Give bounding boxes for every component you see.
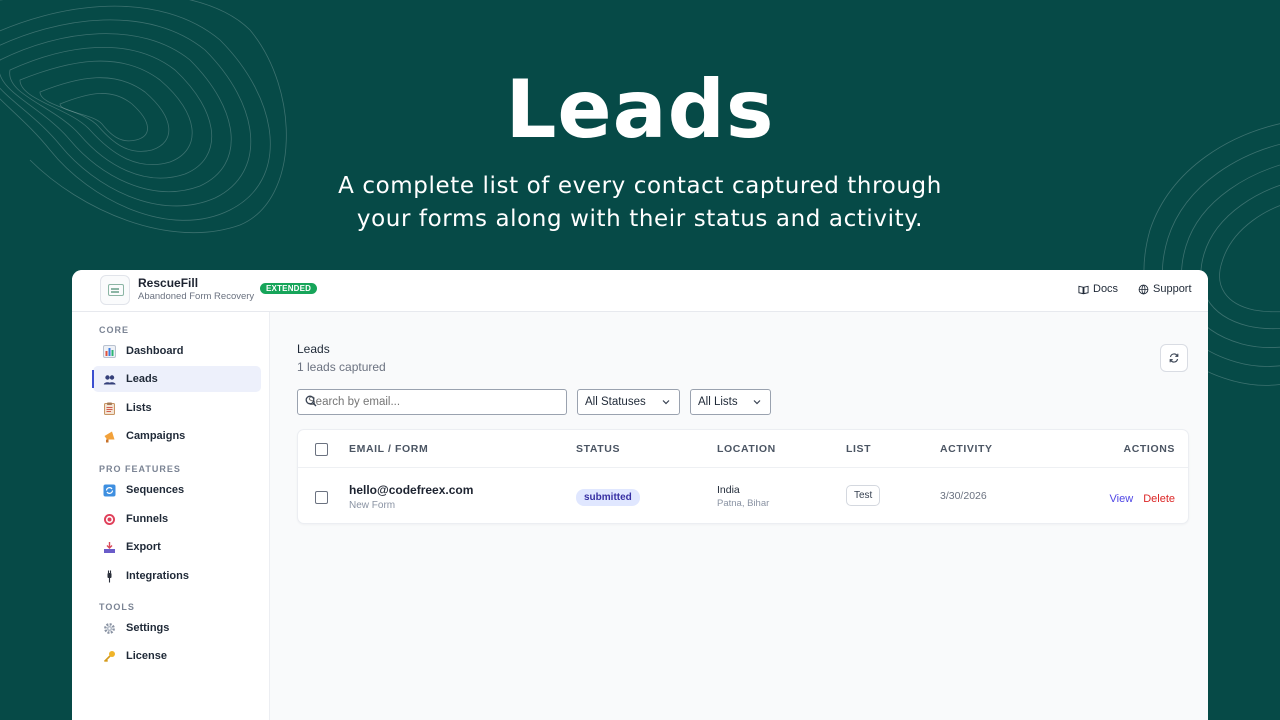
hero-title: Leads: [505, 63, 775, 156]
support-link-label: Support: [1153, 283, 1192, 295]
hero-subtitle-line: A complete list of every contact capture…: [338, 173, 942, 199]
column-header: STATUS: [576, 443, 621, 455]
brand-tagline: Abandoned Form Recovery: [138, 291, 255, 302]
sidebar-item-label: Integrations: [126, 570, 189, 582]
sidebar-item-campaigns[interactable]: Campaigns: [93, 423, 261, 449]
sidebar-section-title: CORE: [99, 325, 130, 335]
column-header: EMAIL / FORM: [349, 443, 429, 455]
hero-subtitle-line: your forms along with their status and a…: [356, 206, 924, 232]
refresh-icon: [1169, 353, 1179, 363]
sidebar-section-title: PRO FEATURES: [99, 464, 181, 474]
app-topbar: RescueFill Abandoned Form Recovery EXTEN…: [72, 270, 1208, 312]
clipboard-icon: [103, 402, 116, 415]
status-filter-select[interactable]: All Statuses: [577, 389, 680, 415]
docs-link-label: Docs: [1093, 283, 1119, 295]
delete-button[interactable]: Delete: [1143, 493, 1175, 505]
megaphone-icon: [103, 430, 116, 443]
sidebar-item-label: Lists: [126, 402, 152, 414]
plug-icon: [103, 570, 116, 583]
book-icon: [1078, 285, 1089, 294]
sidebar-item-label: Export: [126, 541, 161, 553]
leads-count: 1 leads captured: [297, 360, 386, 374]
users-icon: [103, 373, 116, 386]
actions-cell: View Delete: [1110, 489, 1175, 507]
list-filter-select[interactable]: All Lists: [690, 389, 771, 415]
app-logo-icon: [100, 275, 130, 305]
chevron-down-icon: [753, 400, 761, 405]
location-cell: India Patna, Bihar: [717, 484, 769, 509]
sidebar-item-label: Sequences: [126, 484, 185, 496]
sidebar-item-label: Campaigns: [126, 430, 186, 442]
brand-name: RescueFill: [138, 276, 199, 290]
sidebar-item-integrations[interactable]: Integrations: [93, 563, 261, 589]
status-cell: submitted: [576, 487, 640, 506]
sidebar-item-sequences[interactable]: Sequences: [93, 477, 261, 503]
sidebar-item-label: Dashboard: [126, 345, 184, 357]
page-title: Leads: [297, 342, 330, 356]
search-input[interactable]: [297, 389, 567, 415]
chevron-down-icon: [662, 400, 670, 405]
globe-icon: [1138, 284, 1149, 294]
sidebar-item-lists[interactable]: Lists: [93, 395, 261, 421]
column-header: LIST: [846, 443, 872, 455]
status-filter-value: All Statuses: [585, 396, 646, 408]
list-tag: Test: [846, 485, 881, 506]
hero-subtitle: A complete list of every contact capture…: [0, 170, 1280, 236]
email-form-cell: hello@codefreex.com New Form: [349, 483, 473, 511]
list-cell: Test: [846, 485, 881, 506]
license-badge: EXTENDED: [260, 283, 318, 294]
sidebar-item-label: Funnels: [126, 513, 169, 525]
sidebar: CORE Dashboard Leads Lists Campaigns PRO…: [84, 312, 270, 720]
app-window: RescueFill Abandoned Form Recovery EXTEN…: [72, 270, 1208, 720]
sidebar-item-label: Settings: [126, 622, 170, 634]
sidebar-item-export[interactable]: Export: [93, 534, 261, 560]
column-header: LOCATION: [717, 443, 776, 455]
status-badge: submitted: [576, 489, 640, 506]
column-header: ACTIVITY: [940, 443, 993, 455]
sidebar-item-funnels[interactable]: Funnels: [93, 506, 261, 532]
sidebar-item-settings[interactable]: Settings: [93, 615, 261, 641]
docs-link[interactable]: Docs: [1078, 283, 1118, 295]
sidebar-item-label: License: [126, 650, 167, 662]
select-all-checkbox[interactable]: [315, 443, 328, 456]
sidebar-item-label: Leads: [126, 373, 158, 385]
row-checkbox[interactable]: [315, 491, 328, 504]
table-header: EMAIL / FORM STATUS LOCATION LIST ACTIVI…: [298, 430, 1188, 468]
bar-chart-icon: [103, 344, 116, 358]
activity-date: 3/30/2026: [940, 490, 987, 502]
search-icon: [305, 395, 317, 407]
key-icon: [103, 650, 116, 663]
sidebar-item-leads[interactable]: Leads: [92, 366, 261, 392]
sidebar-item-dashboard[interactable]: Dashboard: [93, 338, 261, 364]
leads-table: EMAIL / FORM STATUS LOCATION LIST ACTIVI…: [297, 429, 1189, 524]
location-country: India: [717, 484, 740, 496]
location-city: Patna, Bihar: [717, 498, 770, 509]
target-icon: [103, 513, 116, 526]
list-filter-value: All Lists: [698, 396, 738, 408]
refresh-button[interactable]: [1160, 344, 1188, 372]
refresh-icon: [103, 484, 116, 497]
lead-form: New Form: [349, 500, 396, 511]
sidebar-item-license[interactable]: License: [93, 643, 261, 669]
gear-icon: [103, 622, 116, 635]
main-content: Leads 1 leads captured All Statuses All …: [270, 312, 1208, 720]
column-header: ACTIONS: [1123, 443, 1175, 455]
lead-email: hello@codefreex.com: [349, 483, 474, 497]
support-link[interactable]: Support: [1138, 283, 1192, 295]
sidebar-section-title: TOOLS: [99, 602, 135, 612]
view-button[interactable]: View: [1110, 493, 1134, 505]
inbox-tray-icon: [103, 541, 116, 554]
